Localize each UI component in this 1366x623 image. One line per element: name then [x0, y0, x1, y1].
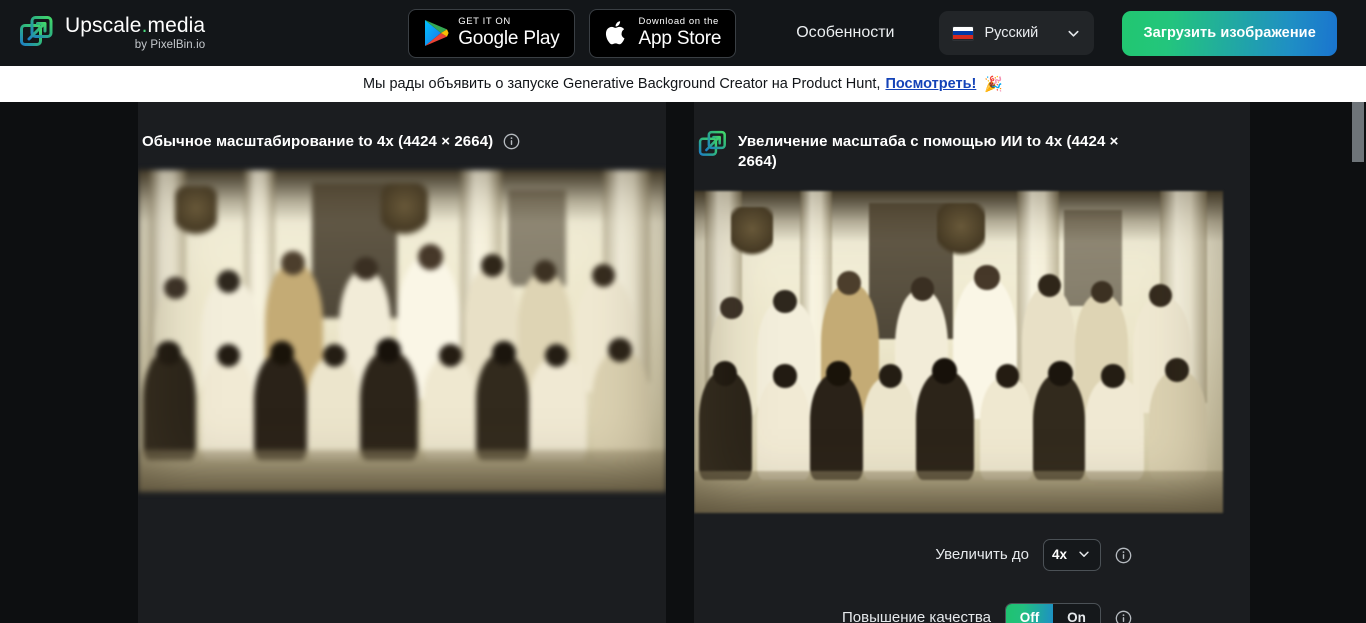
banner-text: Мы рады объявить о запуске Generative Ba… [362, 76, 881, 92]
app-store-small-label: Download on the [638, 16, 719, 28]
apple-icon [604, 19, 630, 47]
comparison-panel-ai: Увеличение масштаба с помощью ИИ to 4x (… [694, 102, 1250, 623]
language-selector[interactable]: Русский [939, 11, 1095, 55]
byline-suffix: io [196, 38, 206, 51]
comparison-panel-normal: Обычное масштабирование to 4x (4424 × 26… [138, 102, 666, 623]
banner-link[interactable]: Посмотреть! [885, 76, 976, 92]
brand-text: Upscale.media by PixelBin.io [65, 15, 205, 52]
page-scrollbar-thumb[interactable] [1352, 102, 1364, 162]
scale-label: Увеличить до [935, 546, 1029, 563]
normal-photo-wrapper [138, 170, 666, 493]
store-badges: GET IT ON Google Play Download on the Ap… [408, 8, 737, 58]
page-root: Upscale.media by PixelBin.io GET IT ON G… [0, 0, 1366, 623]
byline-prefix: by PixelBin [134, 38, 193, 51]
enhance-label: Повышение качества [842, 609, 991, 623]
google-play-button[interactable]: GET IT ON Google Play [408, 8, 575, 58]
google-play-small-label: GET IT ON [458, 16, 511, 28]
app-store-big-label: App Store [638, 28, 722, 50]
enhance-toggle-off[interactable]: Off [1006, 603, 1053, 623]
upscaled-photo-ai [694, 190, 1223, 513]
ai-panel-header: Увеличение масштаба с помощью ИИ to 4x (… [694, 102, 1250, 173]
info-icon[interactable] [1115, 547, 1132, 564]
upscale-media-mark-icon [698, 130, 728, 160]
ai-photo-wrapper [694, 190, 1250, 513]
info-icon[interactable] [503, 133, 520, 150]
scale-dropdown-value: 4x [1052, 547, 1068, 562]
ai-panel-title: Увеличение масштаба с помощью ИИ to 4x (… [738, 133, 1119, 171]
app-store-labels: Download on the App Store [639, 17, 722, 49]
brand-name-primary: Upscale [65, 13, 142, 37]
info-icon[interactable] [1115, 610, 1132, 623]
chevron-down-icon [1077, 547, 1092, 562]
brand-logo[interactable]: Upscale.media by PixelBin.io [19, 15, 205, 52]
page-scrollbar-track[interactable] [1350, 102, 1366, 623]
site-header: Upscale.media by PixelBin.io GET IT ON G… [0, 0, 1366, 66]
normal-panel-header: Обычное масштабирование to 4x (4424 × 26… [138, 102, 666, 152]
chevron-down-icon [1066, 26, 1081, 41]
enhance-toggle-on[interactable]: On [1053, 604, 1100, 623]
ai-controls: Увеличить до 4x Повышение качества Off O… [694, 513, 1250, 623]
announcement-banner: Мы рады объявить о запуске Generative Ba… [0, 66, 1366, 102]
brand-title: Upscale.media [65, 15, 205, 36]
brand-byline: by PixelBin.io [134, 38, 206, 52]
upscaled-photo-normal [138, 170, 666, 493]
app-store-button[interactable]: Download on the App Store [588, 8, 737, 58]
language-selected-label: Русский [984, 25, 1039, 41]
enhance-control-row: Повышение качества Off On [694, 602, 1250, 623]
scale-dropdown[interactable]: 4x [1043, 538, 1101, 571]
google-play-icon [423, 19, 449, 47]
enhance-toggle[interactable]: Off On [1005, 602, 1101, 623]
party-popper-icon: 🎉 [984, 76, 1004, 93]
google-play-big-label: Google Play [458, 28, 560, 50]
normal-panel-title: Обычное масштабирование to 4x (4424 × 26… [142, 133, 494, 150]
google-play-labels: GET IT ON Google Play [458, 16, 560, 50]
upscale-media-logo-icon [19, 15, 55, 51]
nav-item-features[interactable]: Особенности [796, 24, 894, 42]
russia-flag-icon [952, 25, 975, 41]
brand-name-secondary: media [147, 13, 206, 37]
upload-image-button[interactable]: Загрузить изображение [1122, 10, 1337, 56]
scale-control-row: Увеличить до 4x [694, 538, 1250, 571]
